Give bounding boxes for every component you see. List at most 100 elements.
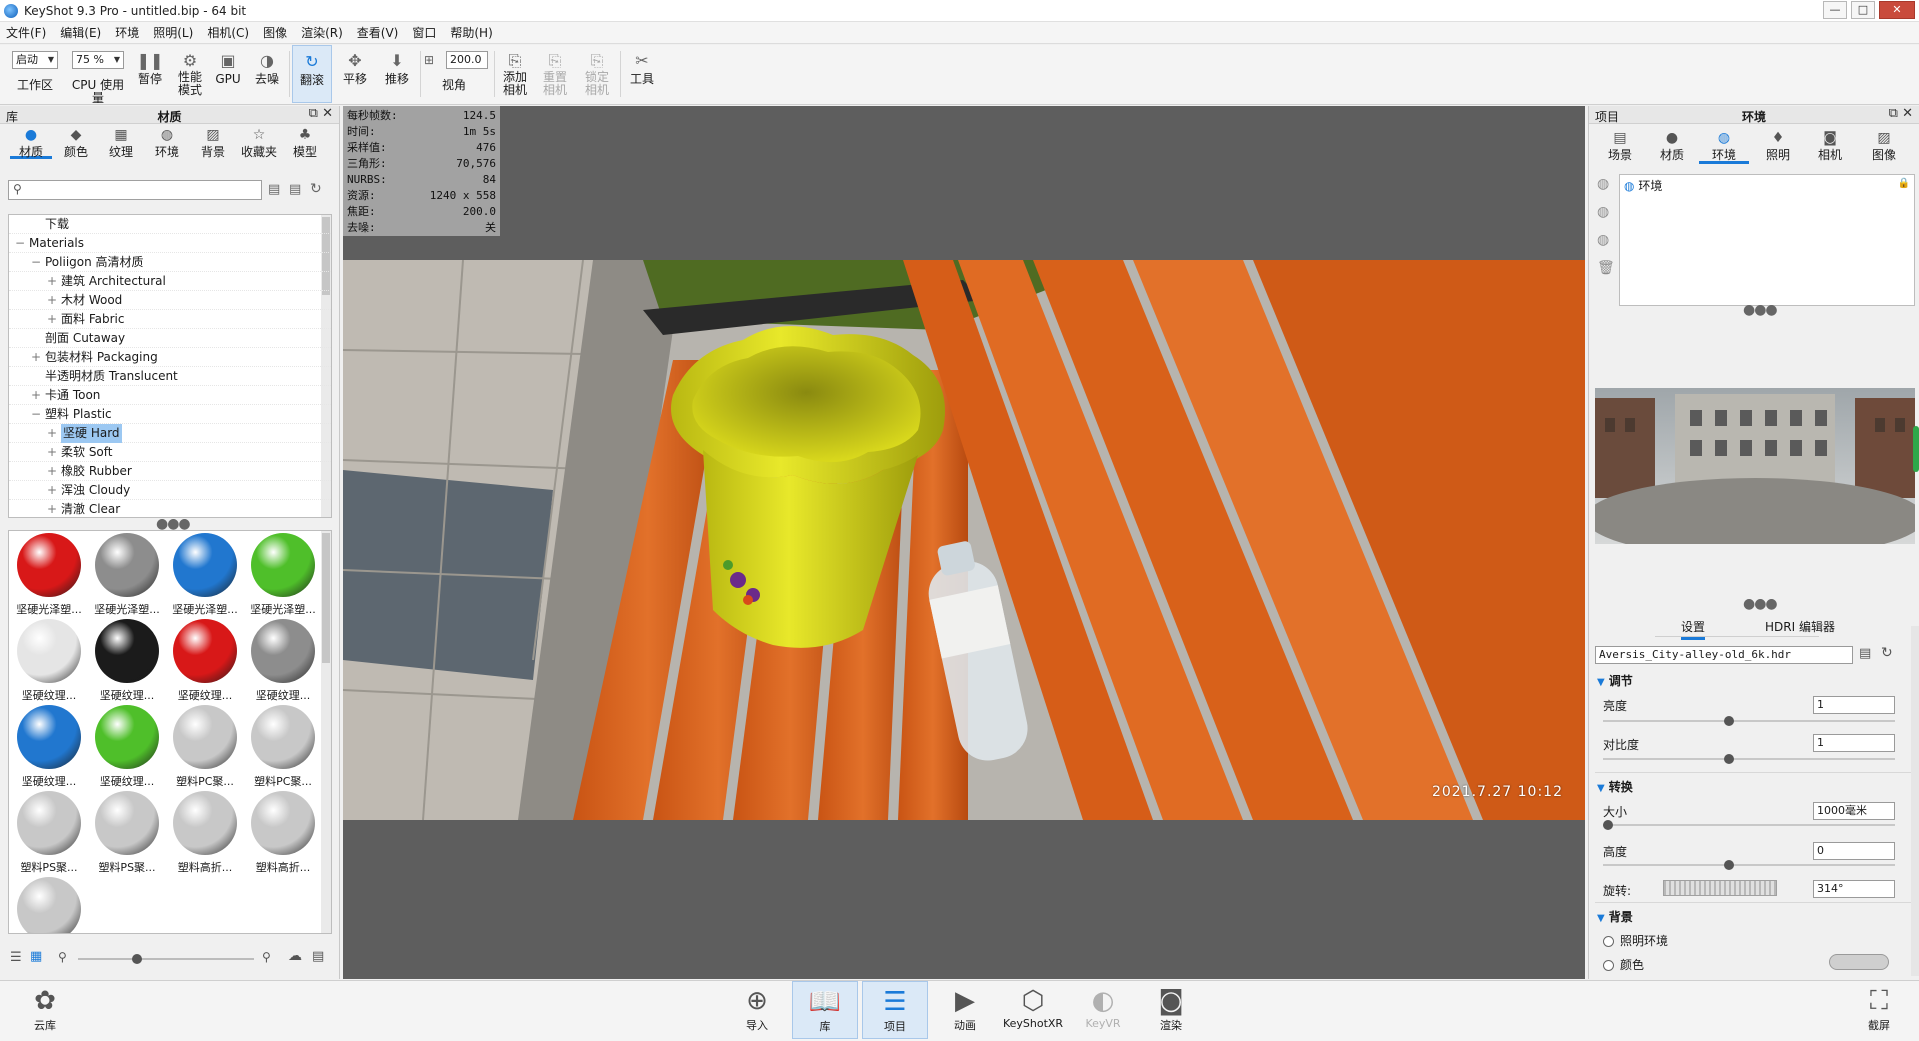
material-thumbnail[interactable]: 坚硬光泽塑... <box>11 533 87 617</box>
tab-models[interactable]: ♣ 模型 <box>284 127 326 160</box>
zoom-out-icon[interactable]: ⚲ <box>58 950 67 964</box>
add-environment-icon[interactable]: ◍ <box>1597 176 1609 192</box>
thumbs-scrollbar[interactable] <box>321 531 331 933</box>
pause-button[interactable]: ❚❚ 暂停 <box>134 45 166 103</box>
material-thumbnail[interactable]: 坚硬光泽塑... <box>89 533 165 617</box>
float-panel-icon[interactable]: ⧉ <box>1889 106 1898 121</box>
tab-colors[interactable]: ◆ 颜色 <box>55 127 97 160</box>
tools-button[interactable]: ✂ 工具 <box>624 45 660 103</box>
tab-camera[interactable]: ◙ 相机 <box>1805 130 1855 163</box>
project-toggle-button[interactable]: ☰ 项目 <box>862 981 928 1039</box>
tree-item[interactable]: + 卡通 Toon <box>9 386 331 405</box>
tree-item[interactable]: 剖面 Cutaway <box>9 329 331 348</box>
menu-camera[interactable]: 相机(C) <box>207 24 249 41</box>
resize-handle-dots[interactable]: ●●● <box>1743 302 1778 318</box>
screenshot-button[interactable]: ⛶ 截屏 <box>1846 981 1912 1039</box>
collapse-icon[interactable]: − <box>31 405 41 424</box>
add-camera-button[interactable]: ⎘ 添加 相机 <box>498 45 532 103</box>
tree-item[interactable]: + 浑浊 Cloudy <box>9 481 331 500</box>
folder-open-icon[interactable]: ▤ <box>1859 646 1871 661</box>
tree-item[interactable]: − Materials <box>9 234 331 253</box>
gpu-button[interactable]: ▣ GPU <box>212 45 244 103</box>
zoom-in-icon[interactable]: ⚲ <box>262 950 271 964</box>
material-thumbnail[interactable]: 坚硬纹理... <box>89 619 165 703</box>
material-thumbnail[interactable]: 坚硬纹理... <box>167 619 243 703</box>
lock-icon[interactable]: 🔒 <box>1898 178 1910 189</box>
hdri-scroll-indicator[interactable] <box>1913 426 1919 472</box>
render-button[interactable]: ◙ 渲染 <box>1138 981 1204 1039</box>
material-thumbnail[interactable]: 坚硬光泽塑... <box>167 533 243 617</box>
menu-file[interactable]: 文件(F) <box>6 24 46 41</box>
cloud-library-button[interactable]: ✿ 云库 <box>12 981 78 1039</box>
expand-icon[interactable]: + <box>47 481 57 500</box>
denoise-button[interactable]: ◑ 去噪 <box>250 45 284 103</box>
reload-icon[interactable]: ↻ <box>1881 645 1893 661</box>
menu-render[interactable]: 渲染(R) <box>301 24 343 41</box>
tab-environments[interactable]: ◍ 环境 <box>146 127 188 160</box>
performance-mode-button[interactable]: ⚙ 性能 模式 <box>172 45 208 103</box>
float-panel-icon[interactable]: ⧉ <box>309 106 318 121</box>
menu-view[interactable]: 查看(V) <box>357 24 399 41</box>
expand-icon[interactable]: + <box>31 348 41 367</box>
menu-window[interactable]: 窗口 <box>412 24 436 41</box>
bg-color-swatch[interactable] <box>1829 954 1889 970</box>
material-thumbnail[interactable]: 塑料PS聚... <box>11 791 87 875</box>
subtab-hdri-editor[interactable]: HDRI 编辑器 <box>1765 618 1835 635</box>
library-toggle-button[interactable]: 📖 库 <box>792 981 858 1039</box>
menu-edit[interactable]: 编辑(E) <box>60 24 101 41</box>
size-knob[interactable] <box>1603 820 1613 830</box>
tab-backplates[interactable]: ▨ 背景 <box>192 127 234 160</box>
contrast-knob[interactable] <box>1724 754 1734 764</box>
lock-camera-button[interactable]: ⎘ 锁定 相机 <box>580 45 614 103</box>
tab-scene[interactable]: ▤ 场景 <box>1595 130 1645 163</box>
tree-item[interactable]: + 木材 Wood <box>9 291 331 310</box>
minimize-button[interactable]: — <box>1823 1 1847 19</box>
size-slider[interactable] <box>1603 820 1895 830</box>
material-thumbnail[interactable]: 塑料PC聚... <box>245 705 321 789</box>
rotation-dial[interactable] <box>1663 880 1777 896</box>
size-input[interactable]: 1000毫米 <box>1813 802 1895 820</box>
menu-lighting[interactable]: 照明(L) <box>153 24 193 41</box>
tab-environment[interactable]: ◍ 环境 <box>1699 130 1749 164</box>
material-thumbnail[interactable]: 塑料高折... <box>167 791 243 875</box>
rotation-input[interactable]: 314° <box>1813 880 1895 898</box>
contrast-slider[interactable] <box>1603 754 1895 764</box>
render-image[interactable]: 2021.7.27 10:12 <box>343 260 1585 820</box>
dolly-button[interactable]: ⬇ 推移 <box>378 45 416 103</box>
close-panel-icon[interactable]: ✕ <box>322 106 333 121</box>
tree-item[interactable]: − 塑料 Plastic <box>9 405 331 424</box>
settings-scrollbar[interactable] <box>1911 626 1919 976</box>
hdri-preview[interactable] <box>1595 388 1915 544</box>
tree-item[interactable]: + 坚硬 Hard <box>9 424 331 443</box>
import-button[interactable]: ⊕ 导入 <box>724 981 790 1039</box>
thumbnail-size-slider[interactable] <box>78 954 254 964</box>
contrast-input[interactable]: 1 <box>1813 734 1895 752</box>
expand-icon[interactable]: + <box>47 310 57 329</box>
render-viewport[interactable]: 2021.7.27 10:12 每秒帧数: 124.5 时间: 1m 5s 采样值: 47… <box>343 106 1585 979</box>
expand-icon[interactable]: + <box>47 500 57 517</box>
cloud-upload-icon[interactable]: ☁ <box>288 948 302 964</box>
material-thumbnail[interactable]: 坚硬纹理... <box>11 705 87 789</box>
menu-environment[interactable]: 环境 <box>115 24 139 41</box>
environment-settings-icon[interactable]: ◍ <box>1597 232 1609 248</box>
bg-color-radio[interactable]: 颜色 <box>1603 956 1644 973</box>
tree-item[interactable]: 半透明材质 Translucent <box>9 367 331 386</box>
tab-materials[interactable]: ● 材质 <box>10 127 52 159</box>
folder-open-icon[interactable]: ▤ <box>268 182 280 197</box>
collapse-icon[interactable]: − <box>31 253 41 272</box>
folder-sync-icon[interactable]: ▤ <box>312 949 324 964</box>
tumble-button[interactable]: ↻ 翻滚 <box>292 45 332 103</box>
delete-trash-icon[interactable]: 🗑 <box>1597 260 1615 276</box>
material-thumbnail[interactable]: 坚硬光泽塑... <box>245 533 321 617</box>
collapse-icon[interactable]: − <box>15 234 25 253</box>
material-thumbnail[interactable]: 塑料PS聚... <box>89 791 165 875</box>
tab-favorites[interactable]: ☆ 收藏夹 <box>238 127 280 160</box>
bg-lighting-env-radio[interactable]: 照明环境 <box>1603 932 1668 949</box>
hdri-file-path[interactable]: Aversis_City-alley-old_6k.hdr <box>1595 646 1853 664</box>
material-thumbnail[interactable]: 塑料亚克... <box>11 877 87 933</box>
brightness-input[interactable]: 1 <box>1813 696 1895 714</box>
tree-item[interactable]: + 包装材料 Packaging <box>9 348 331 367</box>
section-transform[interactable]: ▼ 转换 <box>1597 778 1633 795</box>
list-view-icon[interactable]: ☰ <box>10 950 22 965</box>
material-thumbnail[interactable]: 坚硬纹理... <box>89 705 165 789</box>
